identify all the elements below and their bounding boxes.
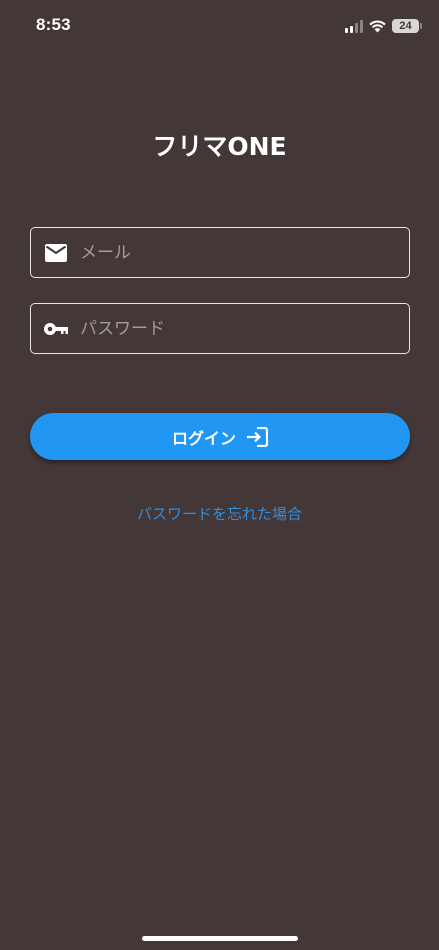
- password-input[interactable]: [80, 304, 397, 353]
- password-field[interactable]: [30, 303, 410, 354]
- status-time: 8:53: [36, 15, 71, 34]
- app-title: フリマONE: [152, 132, 287, 161]
- home-indicator[interactable]: [142, 936, 298, 941]
- email-input[interactable]: [80, 228, 397, 277]
- key-icon: [44, 317, 68, 341]
- mail-icon: [44, 241, 68, 265]
- cellular-signal-icon: [345, 19, 363, 33]
- forgot-password-link[interactable]: パスワードを忘れた場合: [0, 503, 439, 524]
- login-screen: 8:53 24 フリマONE メール ログイン パスワードを忘れた場合: [0, 0, 439, 950]
- status-icons: 24: [345, 17, 422, 35]
- status-bar: 8:53 24: [0, 0, 439, 52]
- login-icon: [246, 426, 268, 447]
- email-field[interactable]: [30, 227, 410, 278]
- battery-level: 24: [399, 20, 412, 32]
- wifi-icon: [369, 20, 386, 33]
- battery-icon: 24: [392, 19, 422, 33]
- login-button[interactable]: ログイン: [30, 413, 410, 460]
- login-button-label: ログイン: [171, 428, 236, 448]
